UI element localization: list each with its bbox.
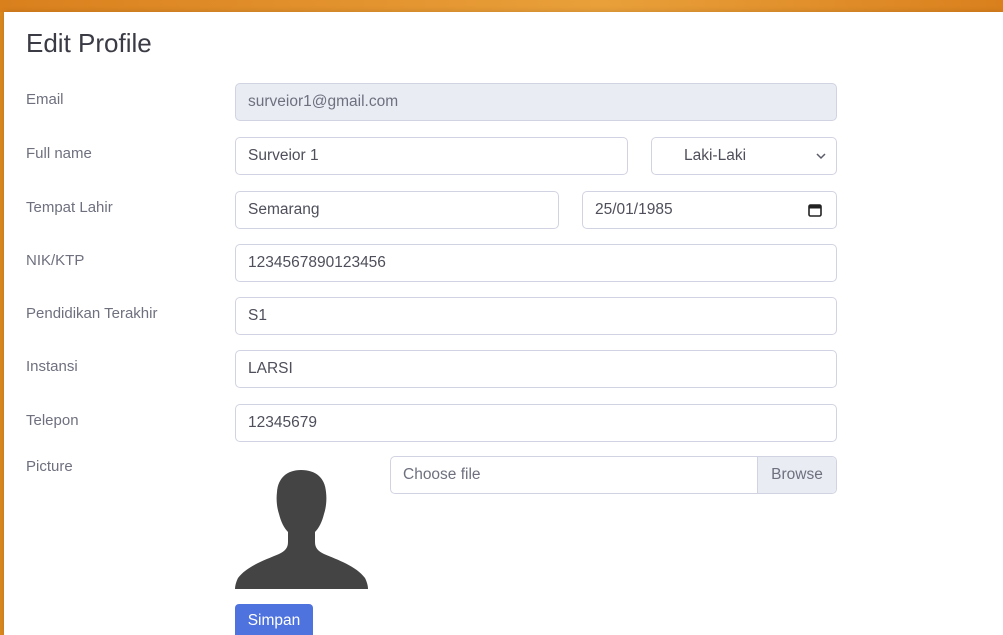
full-name-label: Full name bbox=[26, 145, 92, 162]
phone-label: Telepon bbox=[26, 412, 79, 429]
chevron-down-icon bbox=[816, 153, 826, 160]
education-field[interactable]: S1 bbox=[235, 297, 837, 335]
email-label: Email bbox=[26, 91, 64, 108]
institution-field[interactable]: LARSI bbox=[235, 350, 837, 388]
nik-row: NIK/KTP 1234567890123456 bbox=[4, 244, 1003, 282]
education-label: Pendidikan Terakhir bbox=[26, 305, 158, 322]
phone-field[interactable]: 12345679 bbox=[235, 404, 837, 442]
page-title: Edit Profile bbox=[26, 28, 152, 58]
window-top-bar bbox=[0, 0, 1003, 12]
email-row: Email surveior1@gmail.com bbox=[4, 83, 1003, 121]
nik-label: NIK/KTP bbox=[26, 252, 85, 269]
birthdate-field[interactable]: 25/01/1985 bbox=[582, 191, 837, 229]
picture-label: Picture bbox=[26, 458, 73, 475]
nik-field[interactable]: 1234567890123456 bbox=[235, 244, 837, 282]
institution-label: Instansi bbox=[26, 358, 78, 375]
avatar bbox=[235, 456, 368, 589]
edit-profile-card: Edit Profile Email surveior1@gmail.com F… bbox=[4, 12, 1003, 635]
birthplace-row: Tempat Lahir Semarang 25/01/1985 bbox=[4, 191, 1003, 229]
institution-row: Instansi LARSI bbox=[4, 350, 1003, 388]
file-placeholder: Choose file bbox=[403, 466, 481, 483]
phone-row: Telepon 12345679 bbox=[4, 404, 1003, 442]
birthdate-value: 25/01/1985 bbox=[595, 201, 673, 218]
browse-button[interactable]: Browse bbox=[757, 457, 836, 493]
save-button[interactable]: Simpan bbox=[235, 604, 313, 635]
full-name-field[interactable]: Surveior 1 bbox=[235, 137, 628, 175]
education-row: Pendidikan Terakhir S1 bbox=[4, 297, 1003, 335]
avatar-placeholder-icon bbox=[235, 470, 368, 589]
email-field[interactable]: surveior1@gmail.com bbox=[235, 83, 837, 121]
picture-file-input[interactable]: Choose file Browse bbox=[390, 456, 837, 494]
birthplace-label: Tempat Lahir bbox=[26, 199, 113, 216]
gender-select[interactable]: Laki-Laki bbox=[651, 137, 837, 175]
gender-select-value: Laki-Laki bbox=[684, 147, 747, 164]
calendar-icon[interactable] bbox=[808, 203, 822, 217]
birthplace-field[interactable]: Semarang bbox=[235, 191, 559, 229]
full-name-row: Full name Surveior 1 Laki-Laki bbox=[4, 137, 1003, 175]
